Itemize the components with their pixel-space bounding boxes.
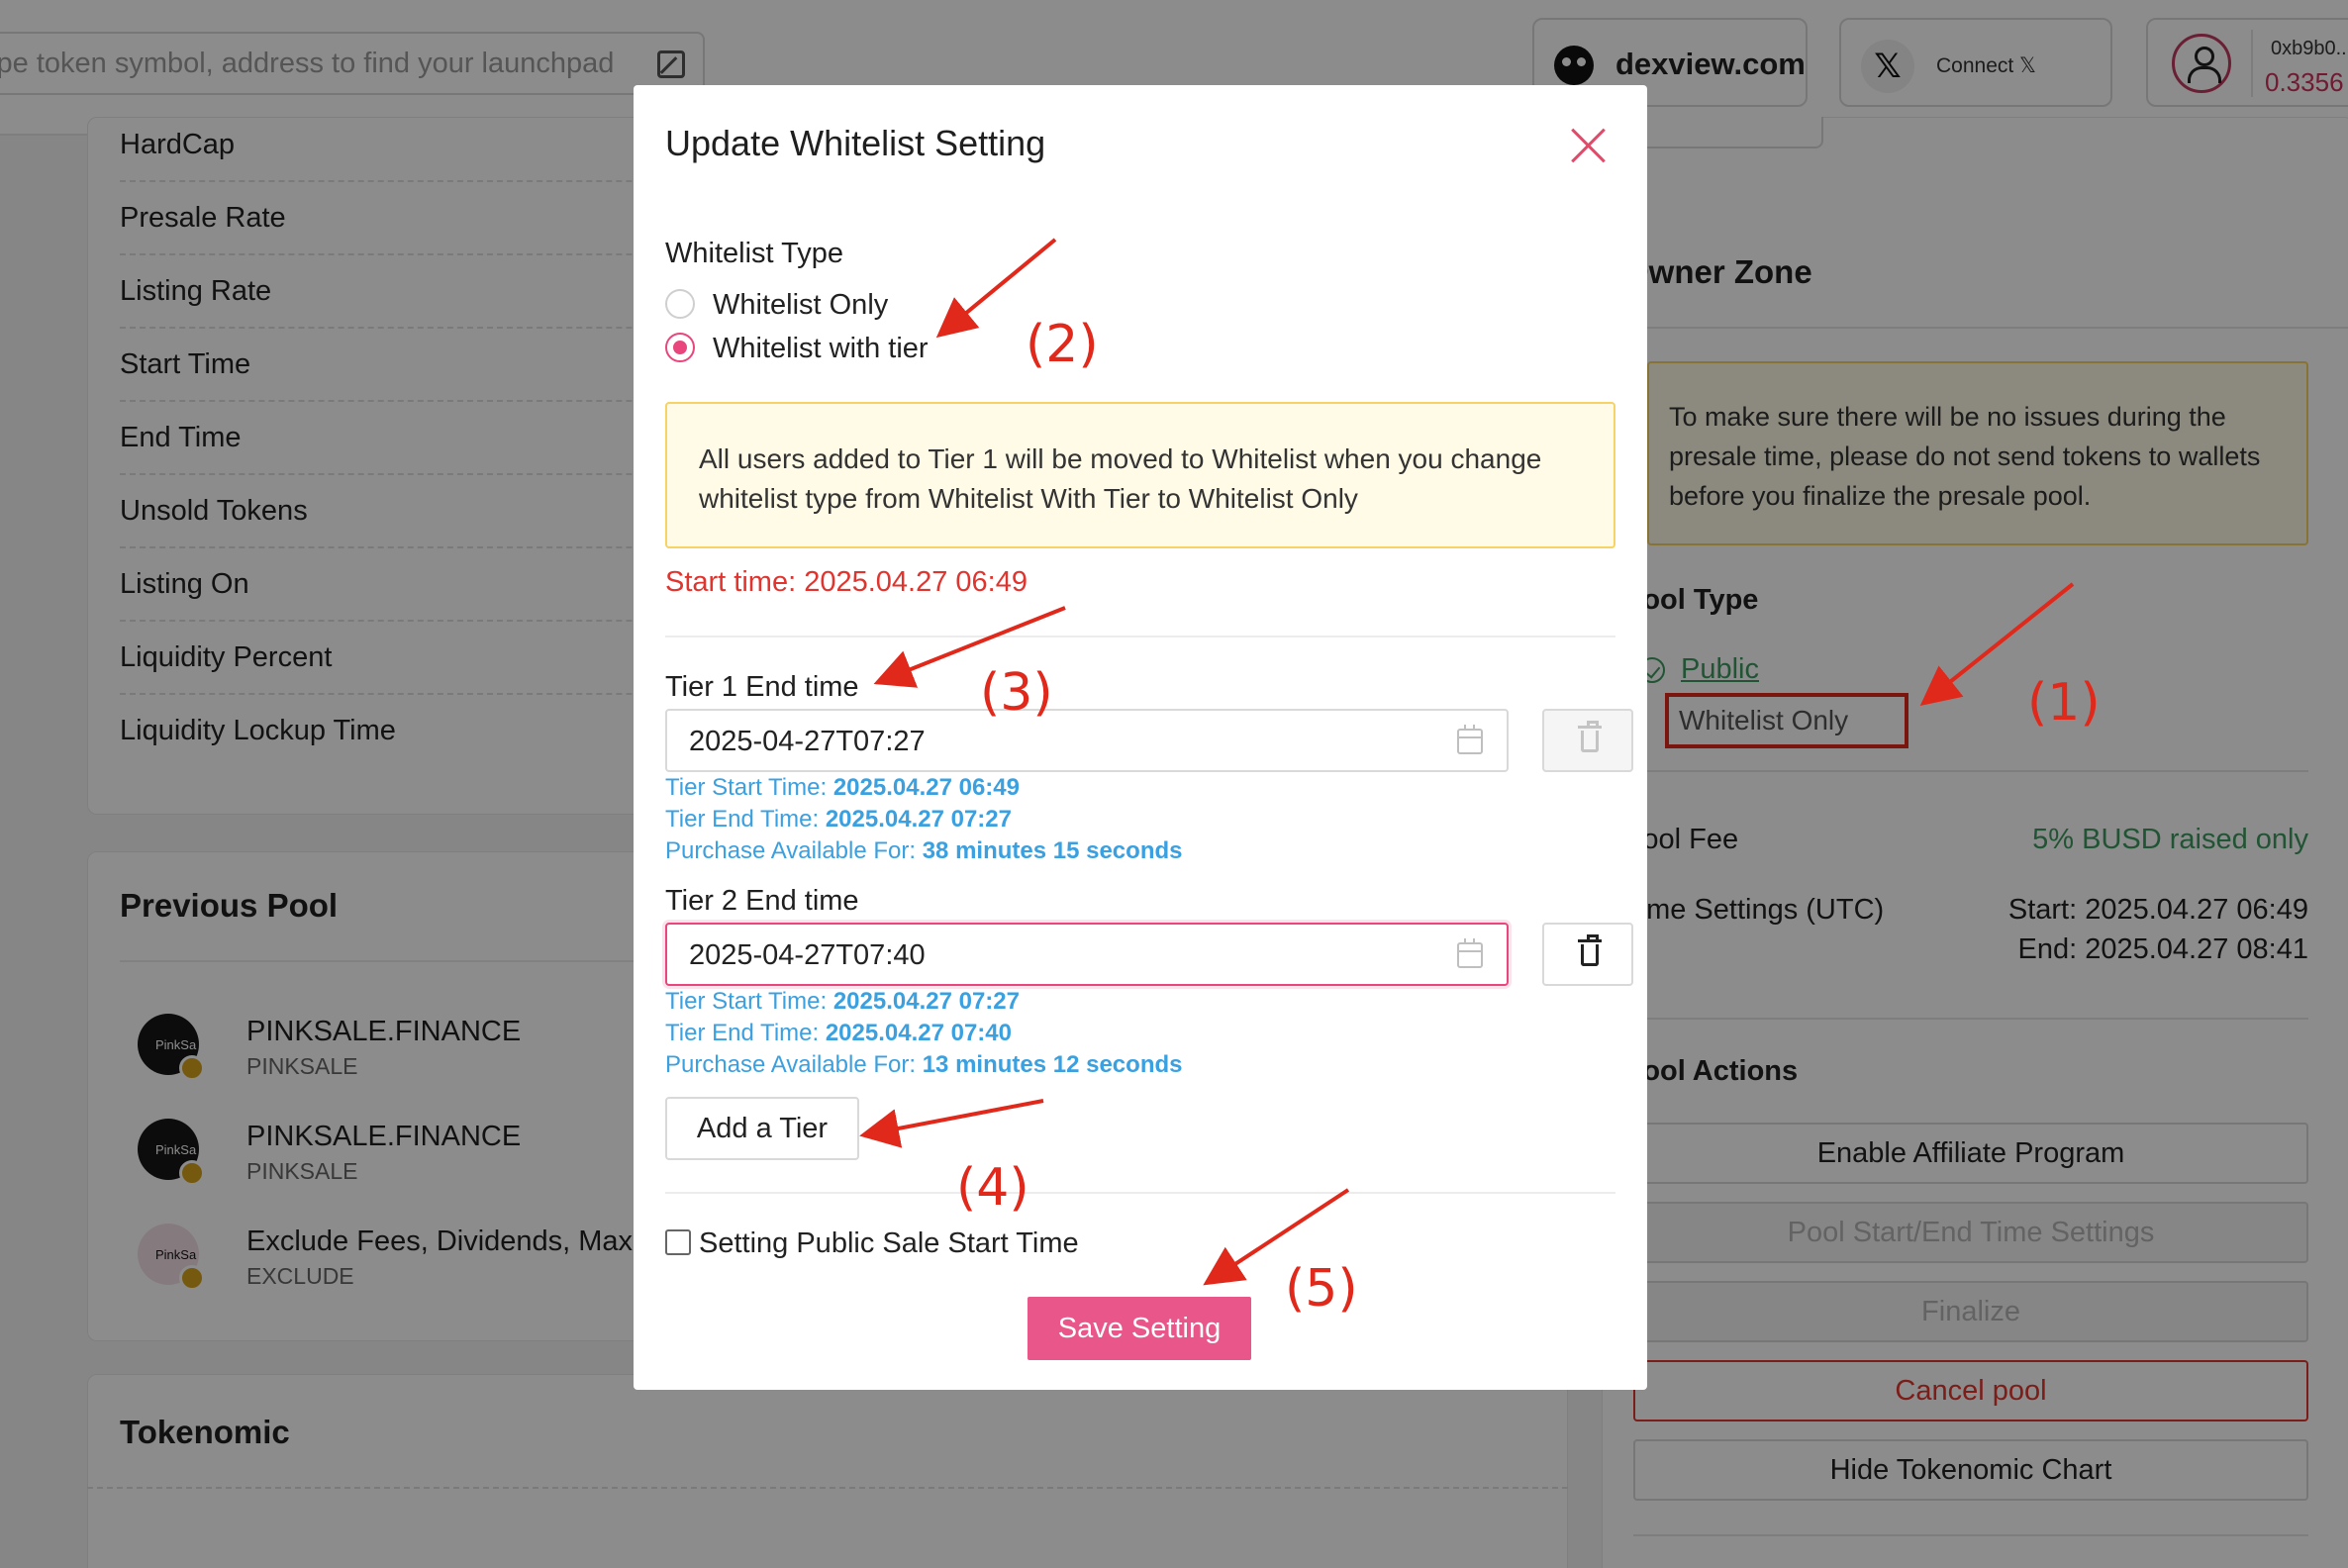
modal-title: Update Whitelist Setting (665, 123, 1046, 163)
tier-2-start-value: 2025.04.27 07:27 (832, 988, 1020, 1015)
calendar-icon[interactable] (1457, 725, 1483, 754)
add-tier-button[interactable]: Add a Tier (665, 1097, 859, 1160)
calendar-icon[interactable] (1457, 938, 1483, 968)
update-whitelist-modal: Update Whitelist Setting Whitelist Type … (634, 85, 1647, 1390)
divider (665, 636, 1615, 637)
radio-whitelist-only-label[interactable]: Whitelist Only (713, 289, 888, 322)
public-sale-label[interactable]: Setting Public Sale Start Time (699, 1227, 1079, 1260)
tier-2-end-info: Tier End Time: 2025.04.27 07:40 (665, 1020, 1012, 1047)
tier-2-start-label: Tier Start Time: (665, 988, 828, 1015)
divider (665, 1192, 1615, 1194)
radio-whitelist-only[interactable] (665, 289, 695, 319)
annotation-2: (2) (1026, 315, 1099, 374)
tier-1-available-label: Purchase Available For: (665, 837, 917, 864)
tier-1-end-info: Tier End Time: 2025.04.27 07:27 (665, 806, 1012, 833)
tier-notice-alert: All users added to Tier 1 will be moved … (665, 402, 1615, 548)
radio-whitelist-with-tier[interactable] (665, 333, 695, 362)
tier-1-available-value: 38 minutes 15 seconds (922, 837, 1183, 864)
tier-1-delete-button[interactable] (1542, 709, 1633, 772)
tier-1-end-input[interactable]: 2025-04-27T07:27 (665, 709, 1509, 772)
annotation-4: (4) (956, 1158, 1029, 1218)
tier-1-available-info: Purchase Available For: 38 minutes 15 se… (665, 837, 1182, 865)
save-setting-button[interactable]: Save Setting (1027, 1297, 1251, 1360)
radio-whitelist-with-tier-label[interactable]: Whitelist with tier (713, 333, 929, 365)
tier-2-delete-button[interactable] (1542, 923, 1633, 986)
tier-1-start-info: Tier Start Time: 2025.04.27 06:49 (665, 774, 1020, 802)
annotation-1: (1) (2027, 673, 2101, 733)
start-time-text: Start time: 2025.04.27 06:49 (665, 566, 1027, 598)
annotation-3: (3) (980, 663, 1053, 723)
close-icon[interactable] (1569, 127, 1609, 166)
public-sale-checkbox[interactable] (665, 1229, 691, 1255)
tier-2-end-info-value: 2025.04.27 07:40 (825, 1020, 1012, 1046)
tier-2-end-info-label: Tier End Time: (665, 1020, 820, 1046)
tier-2-available-info: Purchase Available For: 13 minutes 12 se… (665, 1051, 1182, 1079)
annotation-5: (5) (1285, 1259, 1358, 1319)
tier-2-start-info: Tier Start Time: 2025.04.27 07:27 (665, 988, 1020, 1016)
tier-1-end-value: 2025-04-27T07:27 (689, 726, 926, 757)
tier-2-available-value: 13 minutes 12 seconds (922, 1051, 1183, 1078)
tier-2-available-label: Purchase Available For: (665, 1051, 917, 1078)
trash-icon (1578, 934, 1602, 966)
trash-icon (1578, 721, 1602, 752)
tier-notice-text: All users added to Tier 1 will be moved … (699, 443, 1542, 514)
whitelist-type-label: Whitelist Type (665, 238, 843, 269)
tier-1-start-value: 2025.04.27 06:49 (832, 774, 1020, 801)
tier-1-end-label: Tier 1 End time (665, 671, 859, 703)
tier-2-end-value: 2025-04-27T07:40 (689, 939, 926, 971)
tier-2-end-input[interactable]: 2025-04-27T07:40 (665, 923, 1509, 986)
tier-1-end-info-label: Tier End Time: (665, 806, 820, 833)
tier-1-start-label: Tier Start Time: (665, 774, 828, 801)
tier-2-end-label: Tier 2 End time (665, 885, 859, 917)
tier-1-end-info-value: 2025.04.27 07:27 (825, 806, 1012, 833)
